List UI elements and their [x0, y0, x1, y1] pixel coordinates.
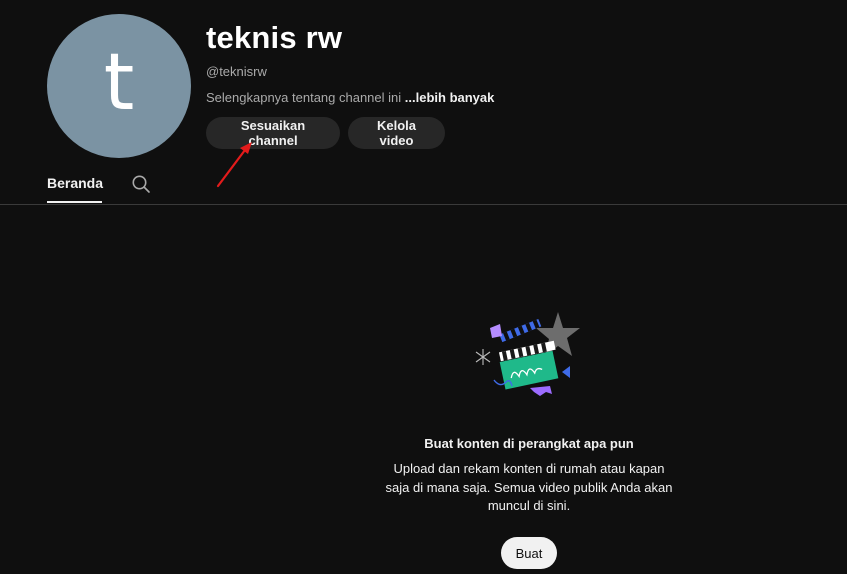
channel-page: t teknis rw @teknisrw Selengkapnya tenta… [0, 0, 847, 574]
empty-state-title: Buat konten di perangkat apa pun [424, 436, 634, 451]
clapperboard-illustration [475, 312, 580, 396]
avatar-letter: t [103, 38, 135, 128]
tab-active-indicator [47, 201, 102, 203]
channel-handle: @teknisrw [206, 64, 267, 79]
tab-home[interactable]: Beranda [47, 175, 103, 191]
create-button[interactable]: Buat [501, 537, 557, 569]
manage-videos-button[interactable]: Kelola video [348, 117, 445, 149]
about-more-link[interactable]: ...lebih banyak [405, 90, 495, 105]
channel-name: teknis rw [206, 20, 343, 55]
tabs-divider [0, 204, 847, 205]
red-arrow-annotation [216, 142, 252, 188]
search-icon[interactable] [131, 174, 151, 194]
channel-avatar[interactable]: t [47, 14, 191, 158]
channel-about[interactable]: Selengkapnya tentang channel ini ...lebi… [206, 90, 494, 105]
empty-state-description: Upload dan rekam konten di rumah atau ka… [385, 461, 673, 513]
about-text: Selengkapnya tentang channel ini [206, 90, 402, 105]
